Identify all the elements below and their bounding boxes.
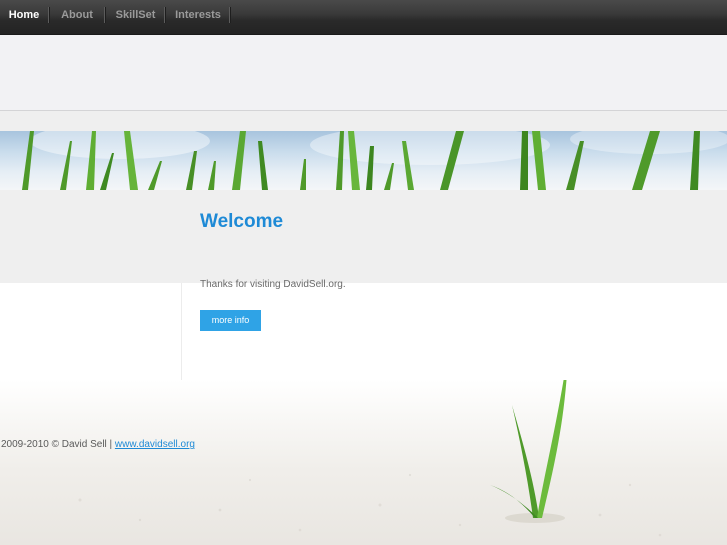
more-info-button[interactable]: more info — [200, 310, 261, 331]
intro-text: Thanks for visiting DavidSell.org. — [200, 279, 346, 290]
nav-item-interests[interactable]: Interests — [167, 0, 229, 30]
nav-separator — [164, 7, 166, 23]
nav-separator — [229, 7, 231, 23]
sidebar-divider — [181, 283, 182, 386]
nav-separator — [48, 7, 50, 23]
sand-sprout-background — [0, 380, 727, 545]
nav-item-home[interactable]: Home — [0, 0, 48, 30]
footer-copyright: 2009-2010 © David Sell | — [1, 439, 115, 450]
header-band — [0, 35, 727, 111]
content-header-band — [0, 190, 727, 283]
page-title: Welcome — [200, 211, 284, 232]
nav-item-skillset[interactable]: SkillSet — [107, 0, 164, 30]
nav-item-about[interactable]: About — [51, 0, 103, 30]
footer-site-link[interactable]: www.davidsell.org — [115, 439, 195, 450]
top-nav-bar: Home About SkillSet Interests — [0, 0, 727, 35]
header-spacer — [0, 111, 727, 131]
footer: 2009-2010 © David Sell | www.davidsell.o… — [1, 439, 195, 450]
grass-banner-image — [0, 131, 727, 190]
nav-separator — [104, 7, 106, 23]
